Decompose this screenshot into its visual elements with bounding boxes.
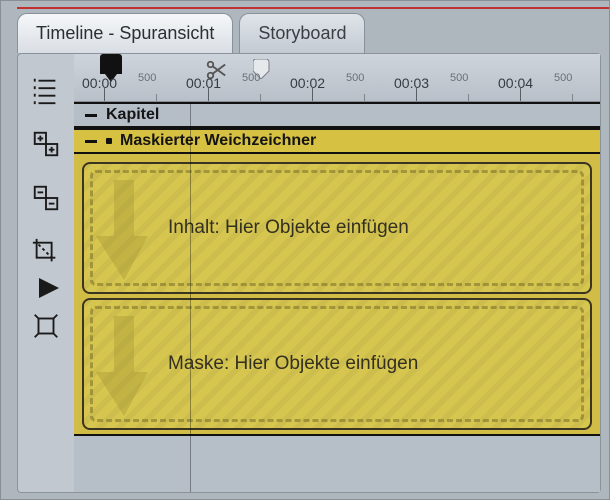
slot-label: Inhalt: Hier Objekte einfügen — [168, 164, 578, 292]
time-ruler[interactable]: 00:00 500 00:01 500 00:02 500 — [74, 54, 600, 102]
mask-drop-slot[interactable]: Maske: Hier Objekte einfügen — [82, 298, 592, 430]
tab-label: Timeline - Spuransicht — [36, 23, 214, 44]
slot-label: Maske: Hier Objekte einfügen — [168, 300, 578, 428]
tick-minor: 500 — [242, 72, 260, 84]
tab-storyboard[interactable]: Storyboard — [239, 13, 365, 53]
ruler-tick: 00:04 500 — [520, 76, 600, 102]
timeline-panel: 00:00 500 00:01 500 00:02 500 — [74, 54, 600, 492]
tick-major: 00:00 — [82, 75, 117, 91]
fit-view-button[interactable] — [24, 304, 68, 348]
drop-arrow-icon — [96, 314, 152, 418]
playhead-flag-icon — [100, 54, 122, 74]
collapse-icon[interactable] — [84, 136, 98, 146]
tick-minor: 500 — [138, 72, 156, 84]
tick-major: 00:01 — [186, 75, 221, 91]
chapter-title: Kapitel — [106, 106, 159, 124]
more-tools-toggle[interactable] — [24, 278, 68, 298]
tick-major: 00:02 — [290, 75, 325, 91]
app-frame: Timeline - Spuransicht Storyboard — [0, 0, 610, 500]
tick-major: 00:03 — [394, 75, 429, 91]
drop-arrow-icon — [96, 178, 152, 282]
effect-title: Maskierter Weichzeichner — [120, 132, 316, 150]
tick-minor: 500 — [554, 72, 572, 84]
tab-timeline[interactable]: Timeline - Spuransicht — [17, 13, 233, 53]
tick-minor: 500 — [450, 72, 468, 84]
content-drop-slot[interactable]: Inhalt: Hier Objekte einfügen — [82, 162, 592, 294]
add-track-button[interactable] — [24, 122, 68, 166]
collapse-icon[interactable] — [84, 110, 98, 120]
effect-header[interactable]: Maskierter Weichzeichner — [74, 128, 600, 154]
tick-major: 00:04 — [498, 75, 533, 91]
chapter-header[interactable]: Kapitel — [74, 102, 600, 128]
vertical-toolbar — [18, 54, 74, 492]
tracks-area: Kapitel Maskierter Weichzeichner Inhalt — [74, 102, 600, 492]
tab-bar: Timeline - Spuransicht Storyboard — [17, 9, 365, 53]
playhead-line — [190, 102, 191, 492]
tick-minor: 500 — [346, 72, 364, 84]
crop-button[interactable] — [24, 230, 68, 274]
ruler-marks: 00:00 500 00:01 500 00:02 500 — [104, 76, 600, 102]
marker-icon — [106, 138, 112, 144]
effect-slots: Inhalt: Hier Objekte einfügen Maske: Hie… — [74, 154, 600, 436]
tab-label: Storyboard — [258, 23, 346, 44]
remove-track-button[interactable] — [24, 176, 68, 220]
workarea: 00:00 500 00:01 500 00:02 500 — [17, 53, 601, 493]
layout-tracks-button[interactable] — [24, 68, 68, 112]
